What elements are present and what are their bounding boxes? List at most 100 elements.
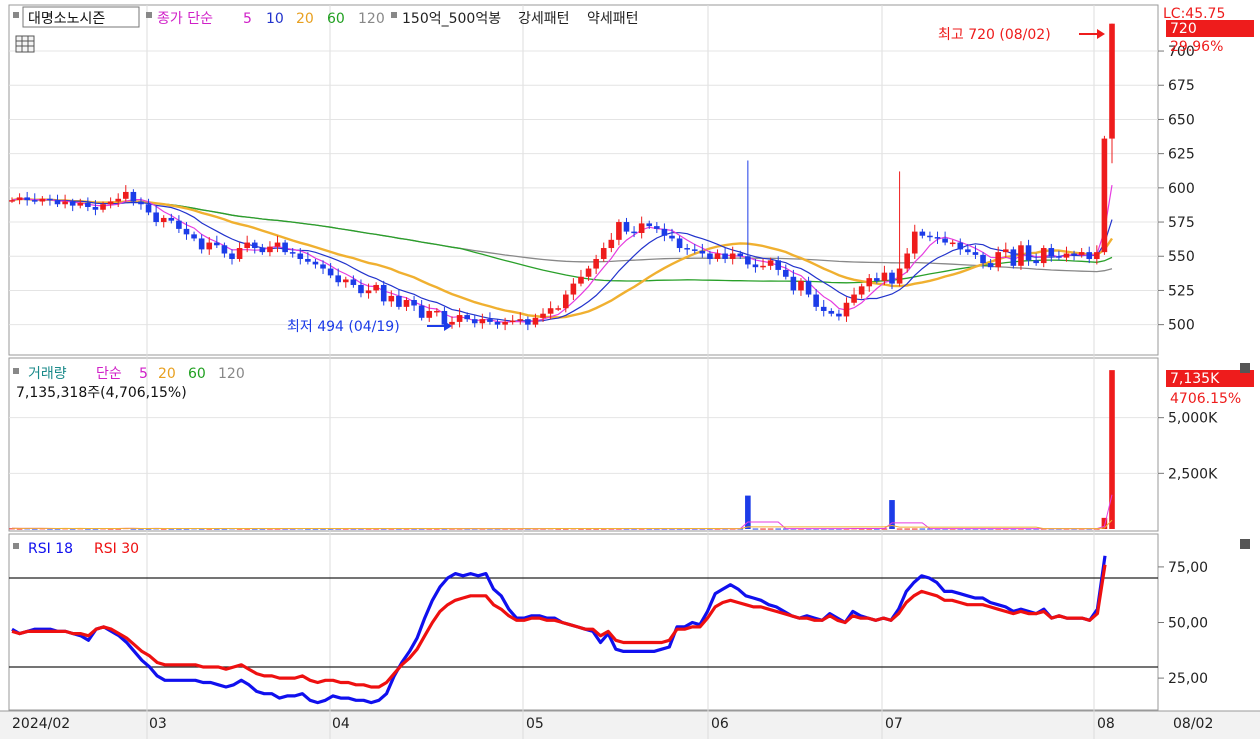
- candle-body: [790, 276, 797, 291]
- candle-body: [471, 319, 478, 324]
- candle-body: [456, 315, 463, 322]
- rsi-panel[interactable]: [8, 533, 1159, 711]
- candle-body: [509, 320, 516, 323]
- candle-body: [851, 294, 857, 303]
- rsi-legend-marker-icon: [13, 543, 19, 549]
- candle-body: [904, 253, 910, 269]
- rsi18-label: RSI 18: [28, 541, 73, 557]
- candle-body: [305, 258, 311, 262]
- table-view-icon[interactable]: [15, 35, 35, 53]
- candle-body: [836, 313, 842, 317]
- x-axis-label-feb: 2024/02: [12, 716, 70, 732]
- stock-name[interactable]: 대명소노시즌: [28, 11, 105, 27]
- volume-ma120-label: 120: [218, 366, 245, 382]
- candle-body: [198, 238, 205, 250]
- candle-body: [388, 295, 395, 302]
- candle-body: [373, 284, 379, 291]
- price-tick-label: 675: [1168, 78, 1195, 94]
- volume-tick-label: 5,000K: [1168, 411, 1218, 427]
- candle-body: [942, 238, 948, 243]
- candle-body: [965, 249, 971, 253]
- strong-pattern-label: 강세패턴: [518, 11, 570, 27]
- candle-body: [752, 264, 759, 268]
- candle-body: [676, 238, 683, 249]
- candle-body: [176, 220, 182, 229]
- candle-body: [843, 302, 850, 317]
- candle-body: [722, 253, 728, 259]
- candle-body: [699, 250, 706, 254]
- volume-bar: [775, 528, 782, 530]
- x-axis-label-mar: 03: [149, 716, 167, 732]
- candle-body: [1018, 245, 1024, 266]
- candle-body: [130, 191, 137, 202]
- candle-body: [1094, 252, 1100, 259]
- candle-body: [191, 234, 197, 239]
- ma20-label: 20: [296, 11, 314, 27]
- candle-body: [153, 212, 159, 223]
- candle-body: [775, 260, 782, 270]
- candle-body: [972, 252, 979, 255]
- volume-ma60-label: 60: [188, 366, 206, 382]
- low-annotation-text: 최저 494 (04/19): [287, 319, 400, 335]
- candle-body: [1078, 252, 1085, 255]
- candle-body: [957, 242, 964, 250]
- candle-body: [411, 300, 417, 306]
- candle-body: [600, 248, 607, 259]
- volume-panel-close-icon[interactable]: [1240, 363, 1250, 373]
- volume-info: 7,135,318주(4,706,15%): [16, 385, 187, 401]
- candle-body: [77, 202, 84, 206]
- candle-body: [562, 294, 569, 309]
- x-axis-bar: [0, 711, 1260, 739]
- price-tick-label: 500: [1168, 318, 1195, 334]
- candle-body: [327, 268, 334, 276]
- candle-body: [934, 237, 941, 239]
- candle-body: [555, 308, 562, 310]
- candle-body: [168, 217, 175, 221]
- ma5-label: 5: [243, 11, 252, 27]
- candle-body: [858, 286, 865, 295]
- header-value: LC:45.75: [1163, 6, 1225, 22]
- price-tick-label: 575: [1168, 215, 1195, 231]
- candle-body: [737, 253, 744, 257]
- price-panel[interactable]: [8, 4, 1159, 356]
- candle-body: [16, 197, 23, 201]
- volume-bar: [760, 528, 766, 530]
- candle-body: [638, 223, 645, 233]
- candle-body: [464, 315, 470, 320]
- candle-body: [532, 317, 539, 325]
- price-tick-label: 625: [1168, 147, 1195, 163]
- high-annotation-text: 최고 720 (08/02): [938, 27, 1051, 43]
- stock-chart-canvas[interactable]: 5005255505756006256506757002,500K5,000K2…: [0, 0, 1260, 739]
- volume-ma5-label: 5: [139, 366, 148, 382]
- candle-body: [540, 313, 546, 318]
- x-axis-label-jul: 07: [885, 716, 903, 732]
- candle-body: [267, 246, 273, 253]
- legend-marker-icon: [13, 12, 19, 18]
- candle-body: [85, 202, 91, 207]
- candle-body: [1010, 249, 1017, 266]
- candle-body: [47, 198, 53, 201]
- candle-body: [502, 321, 508, 325]
- pattern-marker-icon: [391, 12, 397, 18]
- candle-body: [24, 197, 30, 201]
- ma-label: 종가 단순: [157, 11, 213, 27]
- candle-body: [1033, 260, 1039, 264]
- candle-body: [183, 228, 190, 235]
- candle-body: [1101, 138, 1108, 253]
- rsi-panel-close-icon[interactable]: [1240, 539, 1250, 549]
- current-volume: 7,135K: [1170, 371, 1220, 387]
- candle-body: [221, 245, 228, 254]
- candle-body: [434, 310, 440, 313]
- candle-body: [342, 279, 349, 283]
- volume-panel[interactable]: [8, 357, 1159, 532]
- candle-body: [358, 284, 364, 294]
- candle-body: [69, 201, 76, 206]
- ma-legend-marker-icon: [146, 12, 152, 18]
- candle-body: [160, 217, 167, 223]
- rsi-tick-label: 50,00: [1168, 616, 1208, 632]
- ma120-label: 120: [358, 11, 385, 27]
- candle-body: [616, 222, 622, 240]
- candle-body: [282, 242, 288, 253]
- volume-bar: [911, 528, 918, 530]
- x-axis-label-jun: 06: [711, 716, 729, 732]
